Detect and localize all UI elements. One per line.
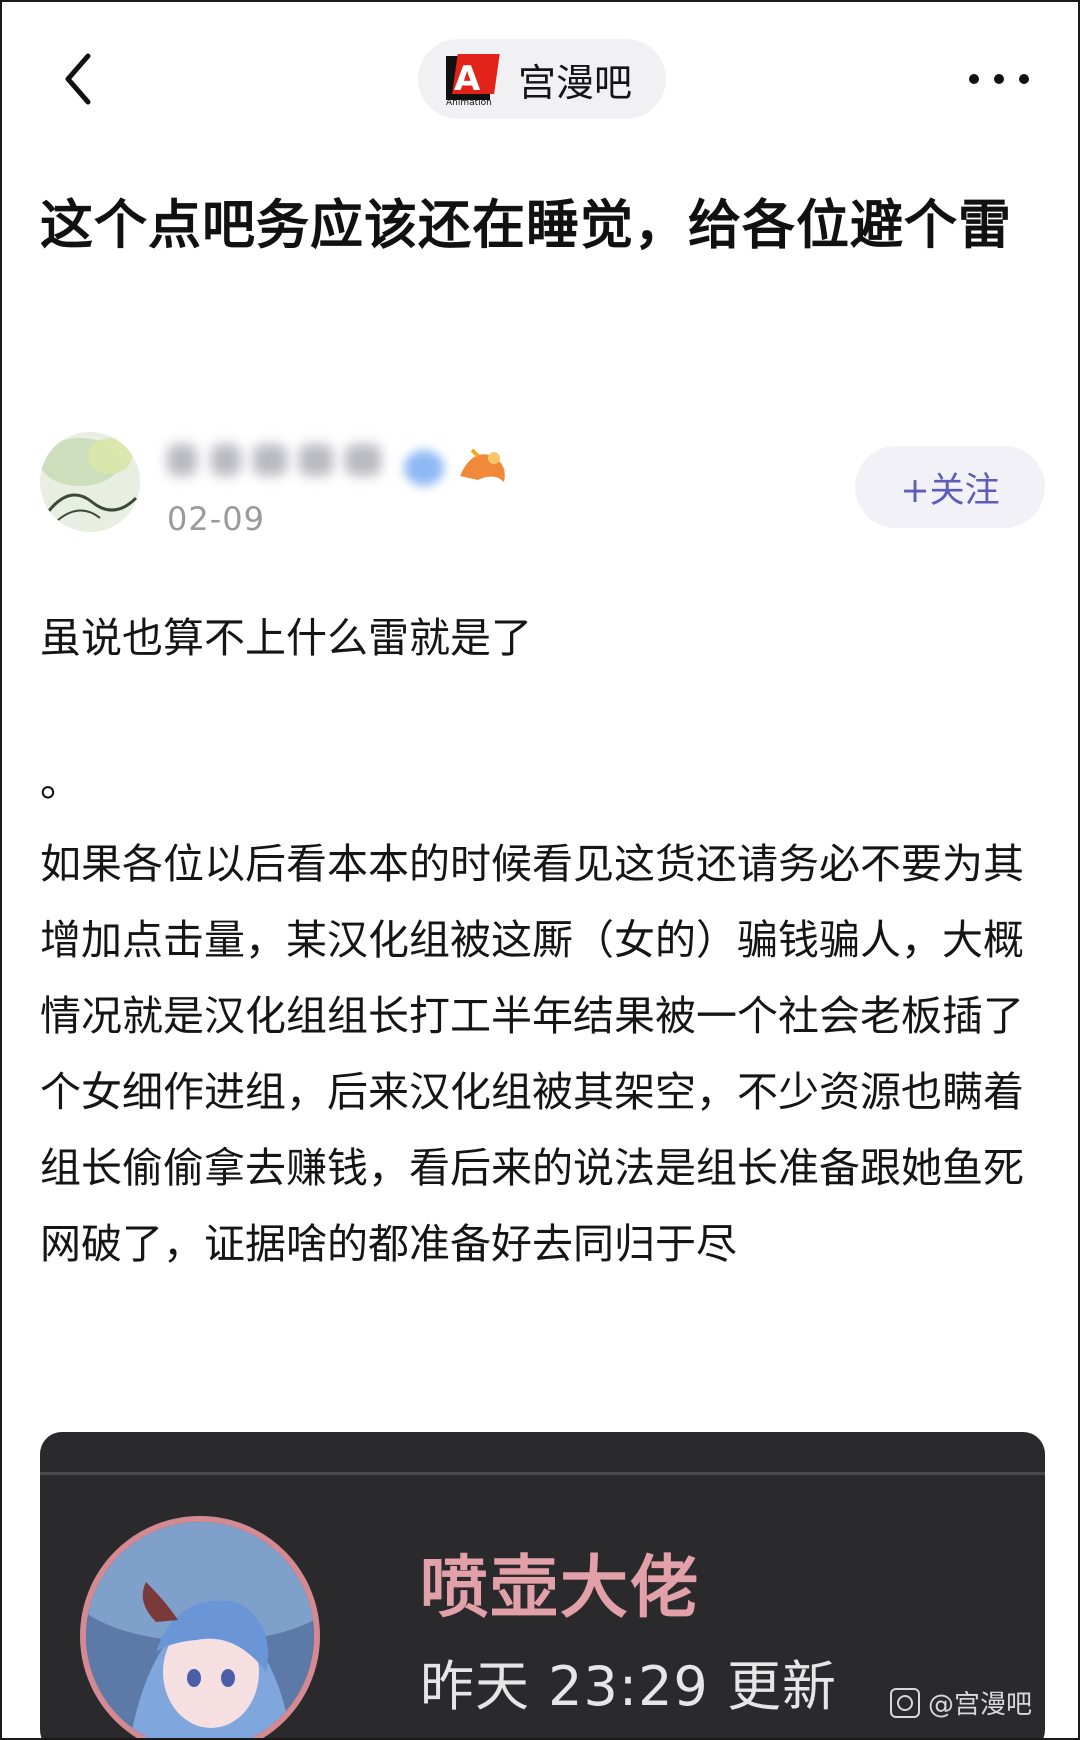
forum-pill[interactable]: A Animation 宫漫吧 [418,39,666,119]
embedded-update-time: 昨天 23:29 更新 [420,1655,837,1718]
post-paragraph: 如果各位以后看本本的时候看见这货还请务必不要为其增加点击量，某汉化组被这厮（女的… [40,840,1024,1268]
back-button[interactable] [54,44,114,114]
divider [40,1472,1045,1475]
post-paragraph: 。 [40,758,81,806]
post-date: 02-09 [167,500,265,538]
svg-text:Animation: Animation [446,98,492,106]
author-avatar[interactable] [40,432,140,532]
chevron-left-icon [65,53,91,105]
watermark: @宫漫吧 [890,1684,1032,1721]
post-title: 这个点吧务应该还在睡觉，给各位避个雷 [40,195,1012,256]
embedded-image[interactable]: 喷壶大佬 昨天 23:29 更新 @宫漫吧 [40,1432,1045,1738]
author-name-blurred[interactable] [167,440,387,482]
svg-text:A: A [454,59,481,99]
post-page: A Animation 宫漫吧 这个点吧务应该还在睡觉，给各位避个雷 02-09… [0,0,1080,1740]
embedded-avatar [80,1516,320,1738]
follow-button[interactable]: +关注 [855,446,1045,528]
forum-logo-icon: A Animation [444,52,502,108]
post-paragraph: 虽说也算不上什么雷就是了 [40,614,532,662]
verified-badge-icon [404,450,444,486]
more-button[interactable] [964,62,1034,96]
watermark-text: @宫漫吧 [928,1690,1033,1720]
forum-name: 宫漫吧 [518,60,633,105]
top-bar: A Animation 宫漫吧 [2,2,1078,152]
more-dots-icon [969,74,1029,84]
embedded-username: 喷壶大佬 [420,1549,701,1628]
level-badge-icon [454,442,514,492]
tieba-icon [890,1687,920,1718]
